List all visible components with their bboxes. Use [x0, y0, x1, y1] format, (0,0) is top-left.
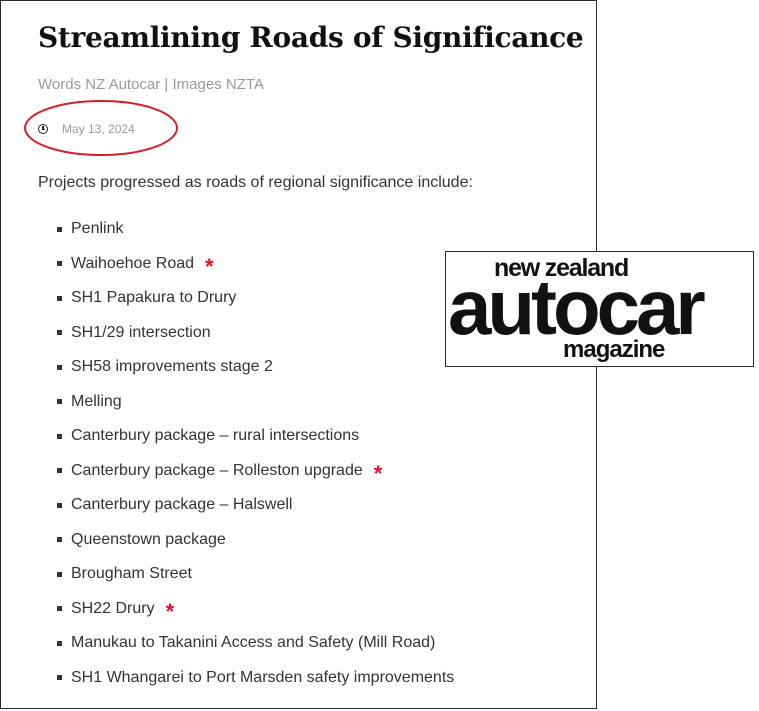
- list-item-label: Queenstown package: [71, 530, 226, 548]
- bullet-icon: [57, 571, 62, 577]
- intro-text: Projects progressed as roads of regional…: [38, 174, 473, 191]
- bullet-icon: [57, 502, 62, 508]
- list-item-label: Canterbury package – Rolleston upgrade: [71, 461, 363, 479]
- list-item: Canterbury package – rural intersections: [57, 419, 454, 454]
- list-item: Melling: [57, 385, 454, 420]
- autocar-logo: new zealand autocar magazine: [445, 251, 754, 367]
- red-asterisk-icon: *: [373, 460, 383, 486]
- bullet-icon: [57, 399, 62, 405]
- bullet-icon: [57, 468, 62, 474]
- bullet-icon: [57, 640, 62, 646]
- list-item: Brougham Street: [57, 557, 454, 592]
- list-item: Manukau to Takanini Access and Safety (M…: [57, 626, 454, 661]
- list-item: Queenstown package: [57, 523, 454, 558]
- red-asterisk-icon: *: [165, 598, 175, 624]
- list-item: SH1 Papakura to Drury: [57, 281, 454, 316]
- list-item: Waihoehoe Road *: [57, 247, 454, 282]
- list-item: SH22 Drury *: [57, 592, 454, 627]
- list-item-label: SH22 Drury: [71, 599, 155, 617]
- list-item: Canterbury package – Halswell: [57, 488, 454, 523]
- logo-bottom-text: magazine: [563, 336, 665, 363]
- list-item-label: Brougham Street: [71, 565, 192, 583]
- list-item-label: Canterbury package – rural intersections: [71, 427, 360, 445]
- article-title: Streamlining Roads of Significance: [38, 21, 584, 54]
- project-list: Penlink Waihoehoe Road * SH1 Papakura to Dr…: [57, 212, 454, 695]
- bullet-icon: [57, 364, 62, 370]
- article-byline: Words NZ Autocar | Images NZTA: [38, 76, 264, 93]
- date-row: May 13, 2024: [38, 119, 135, 139]
- list-item-label: SH1 Papakura to Drury: [71, 289, 237, 307]
- list-item-label: Manukau to Takanini Access and Safety (M…: [71, 634, 436, 652]
- list-item-label: Penlink: [71, 220, 124, 238]
- bullet-icon: [57, 537, 62, 543]
- clock-icon: [38, 124, 48, 134]
- red-asterisk-icon: *: [205, 253, 214, 279]
- bullet-icon: [57, 226, 62, 232]
- bullet-icon: [57, 261, 62, 267]
- list-item: SH1/29 intersection: [57, 316, 454, 351]
- list-item-label: SH1 Whangarei to Port Marsden safety imp…: [71, 668, 455, 686]
- list-item-label: Waihoehoe Road: [71, 254, 195, 272]
- list-item-label: Melling: [71, 392, 122, 410]
- bullet-icon: [57, 330, 62, 336]
- list-item-label: SH58 improvements stage 2: [71, 358, 273, 376]
- list-item: SH1 Whangarei to Port Marsden safety imp…: [57, 661, 454, 696]
- bullet-icon: [57, 606, 62, 612]
- list-item: SH58 improvements stage 2: [57, 350, 454, 385]
- list-item-label: Canterbury package – Halswell: [71, 496, 293, 514]
- list-item: Penlink: [57, 212, 454, 247]
- list-item-label: SH1/29 intersection: [71, 323, 211, 341]
- list-item: Canterbury package – Rolleston upgrade *: [57, 454, 454, 489]
- publish-date: May 13, 2024: [62, 122, 135, 136]
- bullet-icon: [57, 675, 62, 681]
- bullet-icon: [57, 295, 62, 301]
- bullet-icon: [57, 433, 62, 439]
